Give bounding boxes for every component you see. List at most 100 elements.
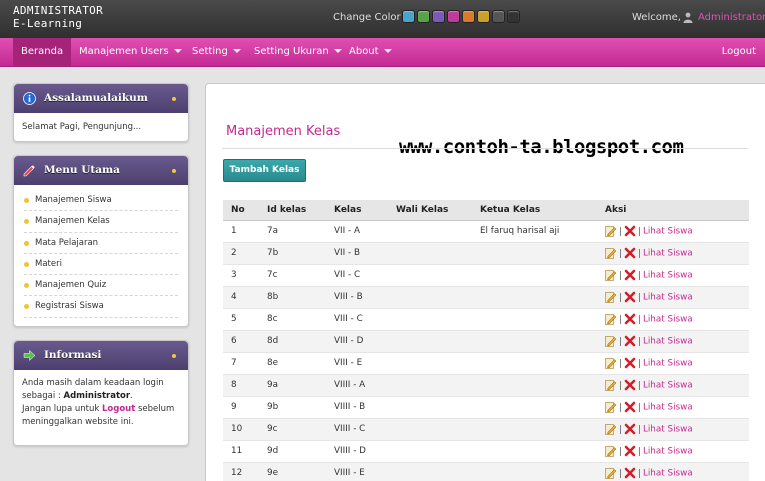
cell-ketua-kelas[interactable] (472, 462, 597, 481)
color-swatch[interactable] (402, 10, 415, 23)
color-swatch[interactable] (432, 10, 445, 23)
menu-item-materi[interactable]: Materi (24, 254, 178, 276)
lihat-siswa-link[interactable]: Lihat Siswa (643, 337, 693, 347)
edit-icon[interactable] (605, 357, 617, 369)
cell-ketua-kelas[interactable] (472, 308, 597, 331)
separator: | (637, 446, 641, 457)
nav-manajemen-users[interactable]: Manajemen Users (79, 38, 182, 66)
cell-no: 10 (223, 418, 259, 441)
color-swatch[interactable] (507, 10, 520, 23)
color-swatch[interactable] (492, 10, 505, 23)
lihat-siswa-link[interactable]: Lihat Siswa (643, 293, 693, 303)
edit-icon[interactable] (605, 401, 617, 413)
delete-icon[interactable] (624, 357, 636, 369)
cell-id-kelas: 9a (259, 374, 326, 397)
color-swatch[interactable] (462, 10, 475, 23)
edit-icon[interactable] (605, 225, 617, 237)
lihat-siswa-link[interactable]: Lihat Siswa (643, 469, 693, 479)
separator: | (637, 226, 641, 237)
brand-title: ADMINISTRATOR (13, 4, 103, 17)
edit-icon[interactable] (605, 335, 617, 347)
lihat-siswa-link[interactable]: Lihat Siswa (643, 315, 693, 325)
color-swatch[interactable] (477, 10, 490, 23)
cell-ketua-kelas[interactable] (472, 352, 597, 375)
cell-ketua-kelas[interactable]: El faruq harisal aji (472, 220, 597, 243)
separator: | (637, 336, 641, 347)
cell-ketua-kelas[interactable] (472, 374, 597, 397)
delete-icon[interactable] (624, 247, 636, 259)
cell-ketua-kelas[interactable] (472, 286, 597, 309)
lihat-siswa-link[interactable]: Lihat Siswa (643, 425, 693, 435)
cell-kelas: VIII - D (326, 330, 388, 353)
lihat-siswa-link[interactable]: Lihat Siswa (643, 227, 693, 237)
cell-no: 7 (223, 352, 259, 375)
cell-wali-kelas (388, 264, 472, 287)
main-menu-list: Manajemen Siswa Manajemen Kelas Mata Pel… (14, 185, 188, 323)
delete-icon[interactable] (624, 291, 636, 303)
lihat-siswa-link[interactable]: Lihat Siswa (643, 447, 693, 457)
cell-ketua-kelas[interactable] (472, 330, 597, 353)
pencil-icon (23, 165, 35, 177)
cell-ketua-kelas[interactable] (472, 418, 597, 441)
edit-icon[interactable] (605, 423, 617, 435)
separator: | (619, 446, 622, 457)
user-name-link[interactable]: Administrator (698, 12, 765, 23)
color-swatch[interactable] (447, 10, 460, 23)
lihat-siswa-link[interactable]: Lihat Siswa (643, 403, 693, 413)
delete-icon[interactable] (624, 423, 636, 435)
edit-icon[interactable] (605, 313, 617, 325)
cell-wali-kelas (388, 374, 472, 397)
delete-icon[interactable] (624, 225, 636, 237)
cell-ketua-kelas[interactable] (472, 242, 597, 265)
separator: | (619, 248, 622, 259)
cell-ketua-kelas[interactable] (472, 396, 597, 419)
nav-setting[interactable]: Setting (192, 38, 241, 66)
lihat-siswa-link[interactable]: Lihat Siswa (643, 381, 693, 391)
table-row: 8 9a VIIII - A | | Lihat Siswa (223, 374, 749, 397)
edit-icon[interactable] (605, 247, 617, 259)
cell-aksi: | | Lihat Siswa (597, 396, 749, 419)
chevron-down-icon (173, 49, 182, 53)
menu-item-manajemen-quiz[interactable]: Manajemen Quiz (24, 275, 178, 297)
delete-icon[interactable] (624, 467, 636, 479)
menu-item-mata-pelajaran[interactable]: Mata Pelajaran (24, 233, 178, 254)
cell-ketua-kelas[interactable] (472, 264, 597, 287)
separator: | (619, 336, 622, 347)
menu-item-manajemen-siswa[interactable]: Manajemen Siswa (24, 190, 178, 212)
table-body: 1 7a VII - A El faruq harisal aji | | Lihat Si… (223, 220, 749, 481)
menu-item-manajemen-kelas[interactable]: Manajemen Kelas (24, 211, 178, 233)
cell-kelas: VIII - C (326, 308, 388, 331)
edit-icon[interactable] (605, 445, 617, 457)
delete-icon[interactable] (624, 379, 636, 391)
cell-id-kelas: 9d (259, 440, 326, 463)
edit-icon[interactable] (605, 291, 617, 303)
logout-link[interactable]: Logout (722, 38, 756, 66)
cell-no: 6 (223, 330, 259, 353)
nav-about[interactable]: About (349, 38, 392, 66)
greeting-text: Selamat Pagi, Pengunjung... (22, 122, 142, 132)
delete-icon[interactable] (624, 313, 636, 325)
delete-icon[interactable] (624, 269, 636, 281)
delete-icon[interactable] (624, 401, 636, 413)
delete-icon[interactable] (624, 335, 636, 347)
brand-subtitle: E-Learning (13, 17, 83, 30)
lihat-siswa-link[interactable]: Lihat Siswa (643, 249, 693, 259)
cell-ketua-kelas[interactable] (472, 440, 597, 463)
brand-logo[interactable]: ADMINISTRATOR E-Learning (13, 4, 103, 30)
info-logout-link[interactable]: Logout (102, 404, 135, 414)
chevron-down-icon (333, 49, 342, 53)
edit-icon[interactable] (605, 379, 617, 391)
color-swatch[interactable] (417, 10, 430, 23)
separator: | (637, 468, 641, 479)
delete-icon[interactable] (624, 445, 636, 457)
cell-id-kelas: 8b (259, 286, 326, 309)
lihat-siswa-link[interactable]: Lihat Siswa (643, 359, 693, 369)
edit-icon[interactable] (605, 269, 617, 281)
lihat-siswa-link[interactable]: Lihat Siswa (643, 271, 693, 281)
menu-item-registrasi-siswa[interactable]: Registrasi Siswa (24, 296, 178, 318)
add-class-button[interactable]: Tambah Kelas (223, 159, 306, 182)
nav-beranda[interactable]: Beranda (13, 38, 72, 66)
cell-kelas: VIIII - D (326, 440, 388, 463)
nav-setting-ukuran[interactable]: Setting Ukuran (254, 38, 342, 66)
edit-icon[interactable] (605, 467, 617, 479)
